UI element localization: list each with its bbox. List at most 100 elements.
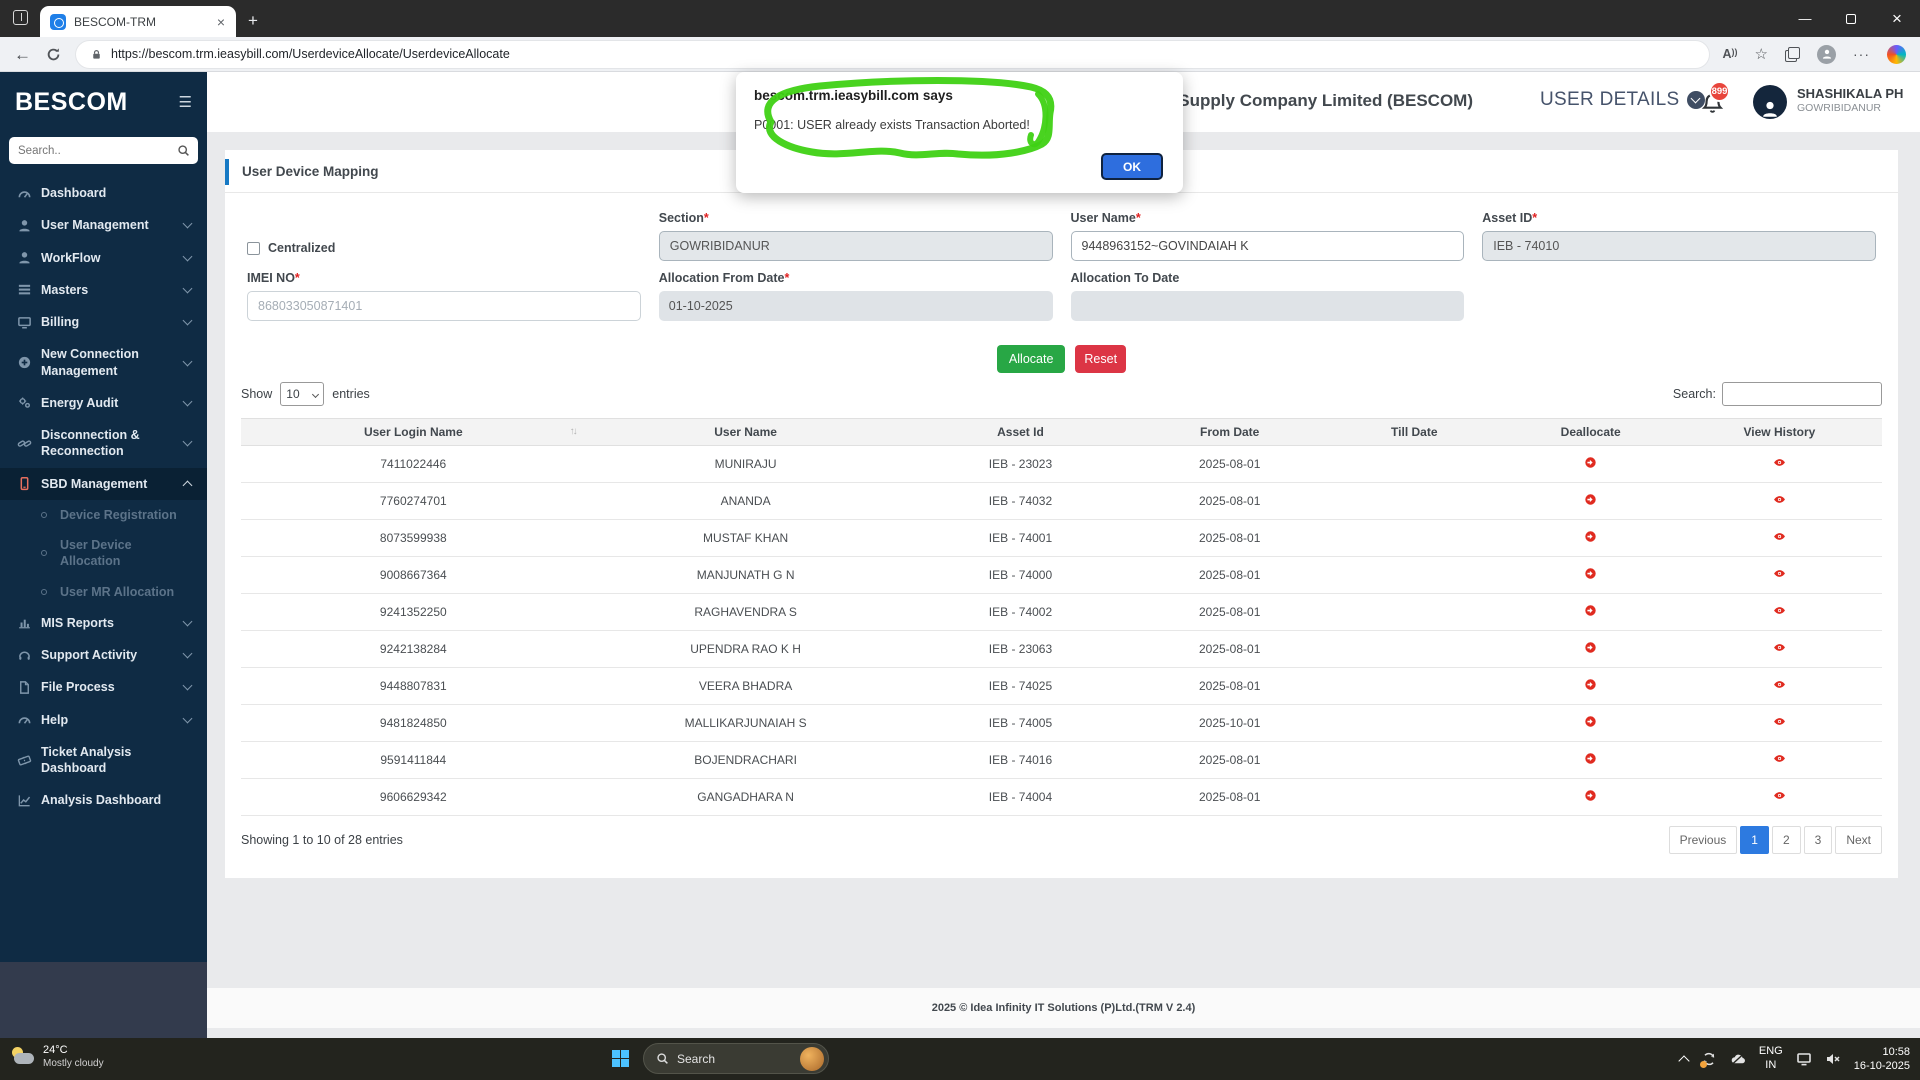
copilot-icon[interactable] [1887, 44, 1906, 64]
language-indicator[interactable]: ENG IN [1759, 1045, 1783, 1073]
sidebar-item[interactable]: Energy Audit [0, 387, 207, 419]
sync-icon[interactable] [1699, 1051, 1717, 1068]
sidebar-item[interactable]: SBD Management [0, 467, 207, 500]
minimize-button[interactable]: — [1782, 0, 1828, 37]
deallocate-icon[interactable] [1584, 456, 1597, 469]
sidebar-item[interactable]: Support Activity [0, 639, 207, 671]
view-history-icon[interactable] [1773, 456, 1786, 469]
col-asset-id[interactable]: Asset Id [905, 418, 1136, 446]
hamburger-icon[interactable]: ☰ [179, 93, 192, 111]
taskbar-weather[interactable]: 24°C Mostly cloudy [10, 1043, 104, 1070]
view-history-icon[interactable] [1773, 678, 1786, 691]
view-history-icon[interactable] [1773, 641, 1786, 654]
pagination-button[interactable]: Next [1835, 826, 1882, 854]
sidebar-item[interactable]: New Connection Management [0, 338, 207, 387]
sidebar-item[interactable]: Masters [0, 274, 207, 306]
col-user-name[interactable]: User Name [585, 418, 906, 446]
sidebar-item[interactable]: Device Registration [0, 500, 207, 530]
deallocate-icon[interactable] [1584, 567, 1597, 580]
user-details-menu[interactable]: USER DETAILS [1540, 89, 1706, 111]
display-icon[interactable] [1796, 1051, 1812, 1067]
start-button-icon[interactable] [612, 1050, 629, 1067]
tab-close-icon[interactable]: × [214, 14, 228, 30]
view-history-icon[interactable] [1773, 493, 1786, 506]
sidebar-item-label: WorkFlow [41, 250, 101, 265]
taskbar-clock[interactable]: 10:58 16-10-2025 [1854, 1045, 1910, 1074]
new-tab-button[interactable]: + [248, 11, 258, 31]
view-history-icon[interactable] [1773, 789, 1786, 802]
sidebar-item[interactable]: MIS Reports [0, 607, 207, 639]
col-from-date[interactable]: From Date [1135, 418, 1325, 446]
deallocate-icon[interactable] [1584, 493, 1597, 506]
onedrive-icon[interactable] [1730, 1051, 1746, 1067]
pagination-button[interactable]: 3 [1803, 826, 1833, 854]
back-icon[interactable]: ← [14, 46, 31, 63]
cell-till-date [1324, 741, 1505, 779]
maximize-button[interactable] [1828, 0, 1874, 37]
col-view-history[interactable]: View History [1676, 418, 1882, 446]
reset-button[interactable]: Reset [1075, 345, 1127, 373]
favorites-star-icon[interactable]: ☆ [1755, 45, 1768, 63]
browser-profile-icon[interactable] [1817, 44, 1836, 64]
sidebar-item[interactable]: WorkFlow [0, 242, 207, 274]
address-bar[interactable]: https://bescom.trm.ieasybill.com/Userdev… [76, 40, 1709, 68]
deallocate-icon[interactable] [1584, 641, 1597, 654]
deallocate-icon[interactable] [1584, 604, 1597, 617]
col-deallocate[interactable]: Deallocate [1504, 418, 1677, 446]
more-menu-icon[interactable]: ··· [1853, 46, 1870, 62]
table-search-input[interactable] [1722, 382, 1882, 406]
chevron-icon [182, 251, 193, 262]
pagination-button[interactable]: Previous [1668, 826, 1738, 854]
col-user-login-name[interactable]: User Login Name ↑↓ [241, 418, 586, 446]
sort-icon[interactable]: ↑↓ [570, 426, 578, 437]
deallocate-icon[interactable] [1584, 715, 1597, 728]
sidebar-search-input[interactable] [9, 137, 198, 164]
page-size-select[interactable]: 10 [280, 382, 325, 406]
asset-id-label: Asset ID* [1482, 211, 1538, 225]
deallocate-icon[interactable] [1584, 752, 1597, 765]
refresh-icon[interactable] [45, 46, 62, 63]
collections-icon[interactable] [1785, 46, 1800, 62]
user-name-input[interactable]: 9448963152~GOVINDAIAH K [1070, 231, 1465, 261]
sidebar-item[interactable]: User MR Allocation [0, 577, 207, 607]
sidebar-item[interactable]: Help [0, 704, 207, 736]
url-text[interactable]: https://bescom.trm.ieasybill.com/Userdev… [111, 47, 510, 61]
sidebar-item[interactable]: User Management [0, 209, 207, 241]
allocate-button[interactable]: Allocate [996, 345, 1066, 373]
deallocate-icon[interactable] [1584, 678, 1597, 691]
browser-tab[interactable]: BESCOM-TRM × [40, 6, 236, 37]
sidebar-item[interactable]: Ticket Analysis Dashboard [0, 736, 207, 785]
view-history-icon[interactable] [1773, 752, 1786, 765]
cell-user-login: 9606629342 [241, 778, 586, 816]
sidebar-item[interactable]: Dashboard [0, 177, 207, 209]
user-avatar[interactable] [1753, 85, 1787, 119]
deallocate-icon[interactable] [1584, 789, 1597, 802]
sidebar-item[interactable]: File Process [0, 671, 207, 703]
sidebar-item[interactable]: Disconnection & Reconnection [0, 419, 207, 468]
taskbar-search[interactable]: Search [643, 1043, 829, 1074]
search-icon[interactable] [177, 144, 190, 157]
deallocate-icon[interactable] [1584, 530, 1597, 543]
view-history-icon[interactable] [1773, 715, 1786, 728]
view-history-icon[interactable] [1773, 530, 1786, 543]
view-history-icon[interactable] [1773, 567, 1786, 580]
sidebar-footer-panel [0, 962, 207, 1038]
sidebar-item[interactable]: Analysis Dashboard [0, 784, 207, 816]
search-highlight-icon[interactable] [800, 1046, 824, 1071]
tab-actions-icon[interactable] [13, 10, 28, 25]
pagination-button[interactable]: 2 [1771, 826, 1801, 854]
dialog-ok-button[interactable]: OK [1101, 153, 1163, 180]
tray-chevron-up-icon[interactable] [1678, 1055, 1690, 1067]
notifications-bell[interactable]: 899 [1701, 81, 1730, 114]
close-window-button[interactable]: × [1874, 0, 1920, 37]
sidebar-item[interactable]: User Device Allocation [0, 530, 207, 577]
col-till-date[interactable]: Till Date [1324, 418, 1505, 446]
asset-id-input: IEB - 74010 [1482, 231, 1876, 261]
centralized-checkbox[interactable] [247, 241, 260, 255]
view-history-icon[interactable] [1773, 604, 1786, 617]
pagination-button[interactable]: 1 [1740, 826, 1769, 854]
sidebar-item[interactable]: Billing [0, 306, 207, 338]
imei-input[interactable]: 868033050871401 [247, 291, 641, 321]
read-aloud-icon[interactable]: A)) [1723, 47, 1738, 61]
volume-muted-icon[interactable] [1825, 1051, 1841, 1067]
